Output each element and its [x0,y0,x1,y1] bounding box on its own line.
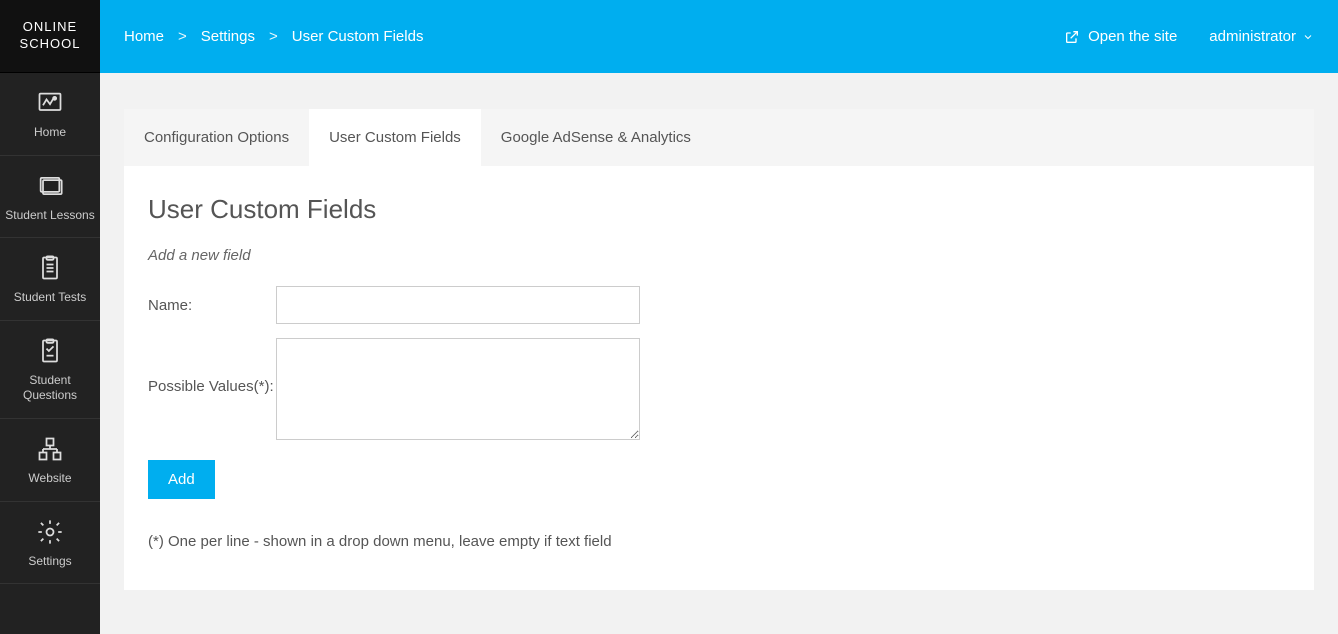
sidebar-item-label: Student Questions [4,373,96,404]
panel: User Custom Fields Add a new field Name:… [124,166,1314,590]
tab-google-adsense-analytics[interactable]: Google AdSense & Analytics [481,109,711,166]
user-menu-label: administrator [1209,28,1296,45]
open-site-link[interactable]: Open the site [1064,28,1177,45]
brand-text: ONLINE SCHOOL [0,19,100,53]
page-title: User Custom Fields [148,194,1290,225]
values-textarea[interactable] [276,338,640,440]
breadcrumb-current: User Custom Fields [292,28,424,45]
breadcrumb-settings[interactable]: Settings [201,28,255,45]
open-site-label: Open the site [1088,28,1177,45]
tab-user-custom-fields[interactable]: User Custom Fields [309,109,481,166]
main-column: Home > Settings > User Custom Fields Ope… [100,0,1338,634]
panel-subtitle: Add a new field [148,247,1290,264]
topbar-right: Open the site administrator [1064,28,1314,45]
sidebar-item-settings[interactable]: Settings [0,502,100,585]
user-menu[interactable]: administrator [1209,28,1314,45]
chevron-down-icon [1302,31,1314,43]
form-row-values: Possible Values(*): [148,338,1290,440]
topbar: Home > Settings > User Custom Fields Ope… [100,0,1338,73]
breadcrumb-sep: > [269,28,278,45]
content-area: Configuration Options User Custom Fields… [100,73,1338,626]
sidebar-item-label: Website [28,471,71,487]
breadcrumb-home[interactable]: Home [124,28,164,45]
tabs: Configuration Options User Custom Fields… [124,109,1314,166]
sidebar-item-student-lessons[interactable]: Student Lessons [0,156,100,239]
home-icon [36,89,64,117]
sidebar-item-label: Settings [28,554,71,570]
name-input[interactable] [276,286,640,324]
form-row-name: Name: [148,286,1290,324]
values-hint: (*) One per line - shown in a drop down … [148,533,1290,550]
lessons-icon [36,172,64,200]
breadcrumb: Home > Settings > User Custom Fields [124,28,423,45]
questions-icon [36,337,64,365]
sidebar-item-label: Student Tests [14,290,87,306]
name-label: Name: [148,297,276,314]
sidebar-item-website[interactable]: Website [0,419,100,502]
sidebar-item-student-tests[interactable]: Student Tests [0,238,100,321]
gear-icon [36,518,64,546]
sidebar: ONLINE SCHOOL Home Student Lessons [0,0,100,634]
settings-card: Configuration Options User Custom Fields… [124,109,1314,590]
tab-configuration-options[interactable]: Configuration Options [124,109,309,166]
sidebar-item-label: Home [34,125,66,141]
add-button[interactable]: Add [148,460,215,499]
website-icon [36,435,64,463]
sidebar-item-student-questions[interactable]: Student Questions [0,321,100,419]
brand-logo: ONLINE SCHOOL [0,0,100,73]
breadcrumb-sep: > [178,28,187,45]
sidebar-item-label: Student Lessons [5,208,94,224]
values-label: Possible Values(*): [148,338,276,395]
external-link-icon [1064,29,1080,45]
sidebar-item-home[interactable]: Home [0,73,100,156]
tests-icon [36,254,64,282]
